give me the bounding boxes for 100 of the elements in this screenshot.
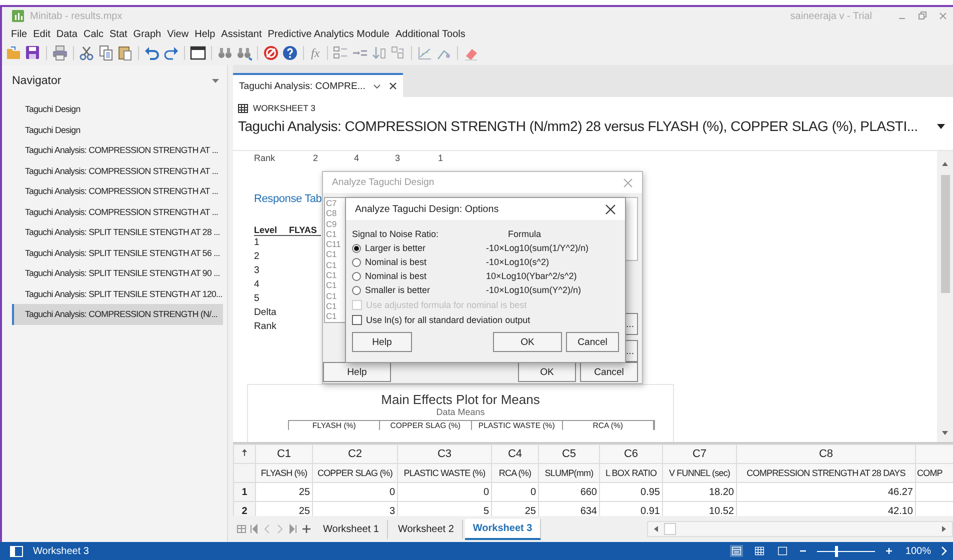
dialog-button[interactable]: OK [493,332,562,352]
scissors-icon[interactable] [79,45,95,61]
chevron-down-icon[interactable] [373,82,382,90]
worksheet-view-icon[interactable] [753,545,766,557]
column-name[interactable]: COPPER SLAG (%) [312,464,398,482]
restore-icon[interactable] [918,11,927,21]
copy-icon[interactable] [98,45,114,61]
dialog-button[interactable]: Cancel [566,332,619,352]
radio-option[interactable]: Smaller is better [352,285,486,295]
scroll-right-icon[interactable] [941,525,947,533]
row-number[interactable]: 1 [234,482,256,502]
table-cell-text: Rank [254,320,278,334]
grid-icon[interactable] [237,524,246,534]
close-icon[interactable] [389,82,398,90]
scroll-up-icon[interactable] [941,161,949,167]
column-name[interactable]: L BOX RATIO [600,464,662,482]
horizontal-scrollbar[interactable] [647,521,953,537]
redo-icon[interactable] [163,45,179,61]
sheet-tab[interactable]: Worksheet 3 [464,518,542,540]
undo-icon[interactable] [144,45,160,61]
navigator-item[interactable]: Taguchi Analysis: SPLIT TENSILE STENGTH AT 90 ... [2,263,223,284]
table-cell[interactable]: 25 [256,482,312,502]
single-view-icon[interactable] [776,545,790,557]
navigator-item[interactable]: Taguchi Analysis: SPLIT TENSILE STENGTH AT 56 ... [2,242,223,263]
scrollbar-thumb[interactable] [940,175,950,293]
plus-icon[interactable] [302,524,311,534]
window-icon[interactable] [190,45,206,61]
column-name[interactable]: PLASTIC WASTE (%) [398,464,492,482]
document-tab[interactable]: Taguchi Analysis: COMPRE... [233,73,404,97]
navigator-item[interactable]: Taguchi Analysis: COMPRESSION STRENGTH (N/... [12,304,223,324]
dialog-button[interactable]: Cancel [580,362,638,382]
output-view-icon[interactable] [730,545,744,557]
panel-toggle-icon[interactable] [10,546,23,556]
chart-subtitle: Data Means [435,407,486,417]
vertical-scrollbar[interactable] [937,151,953,442]
table-cell[interactable]: 660 [538,482,600,502]
menu-item[interactable]: File [8,28,30,40]
menu-item[interactable]: Edit [30,28,54,40]
column-id: C7 [662,444,736,464]
column-name[interactable]: V FUNNEL (sec) [662,464,736,482]
slider-thumb[interactable] [834,546,838,556]
dialog-button[interactable]: Help [352,332,412,352]
print-icon[interactable] [52,45,68,61]
help-icon[interactable] [282,45,298,61]
scrollbar-thumb[interactable] [664,523,676,535]
radio-option[interactable]: Nominal is best [352,271,486,281]
scroll-left-icon[interactable] [653,525,660,533]
radio-option[interactable]: Larger is better [352,243,486,253]
formula-text: -10×Log10(s^2) [486,257,550,267]
navigator-item[interactable]: Taguchi Analysis: SPLIT TENSILE STENGTH AT 28 ... [2,222,223,242]
table-cell[interactable]: 0 [312,482,398,502]
menu-item[interactable]: Assistant [218,28,265,40]
save-icon[interactable] [25,45,41,61]
cancel-icon[interactable] [263,45,279,61]
table-cell[interactable]: 0 [492,482,538,502]
row-number[interactable]: 2 [234,502,256,516]
column-id: C5 [538,444,600,464]
column-name[interactable]: FLYASH (%) [256,464,312,482]
dialog-button[interactable]: OK [518,362,576,382]
column-name[interactable]: COMPRESSION STRENGTH AT 28 DAYS [736,464,916,482]
radio-option[interactable]: Nominal is best [352,257,486,267]
zoom-in-icon[interactable] [885,547,894,555]
menu-item[interactable]: Predictive Analytics Module [264,28,392,40]
menu-item[interactable]: Additional Tools [392,28,468,40]
table-cell[interactable]: 46.27 [736,482,916,502]
menu-item[interactable]: Stat [106,28,130,40]
table-cell[interactable]: 0.95 [600,482,662,502]
table-cell[interactable]: 0 [398,482,492,502]
navigator-item[interactable]: Taguchi Analysis: COMPRESSION STRENGTH AT ... [2,181,223,202]
navigator-item[interactable]: Taguchi Analysis: SPLIT TENSILE STENGTH AT 120... [2,284,223,304]
close-icon[interactable] [605,204,616,214]
column-stats-icon[interactable] [332,45,349,61]
binoculars-icon[interactable] [236,45,252,61]
navigator-item[interactable]: Taguchi Analysis: COMPRESSION STRENGTH AT ... [2,160,223,181]
dialog-button[interactable]: Help [323,362,391,382]
column-id: C1 [256,444,312,464]
column-name[interactable]: RCA (%) [492,464,538,482]
scroll-down-icon[interactable] [941,430,949,436]
caret-icon[interactable] [937,124,945,128]
column-name[interactable]: SLUMP(mm) [538,464,600,482]
menu-item[interactable]: Data [53,28,80,40]
table-cell[interactable]: 18.20 [662,482,736,502]
checkbox-option[interactable]: Use ln(s) for all standard deviation output [352,312,619,327]
first-icon[interactable] [250,524,259,534]
menu-item[interactable]: Graph [130,28,164,40]
navigator-item[interactable]: Taguchi Analysis: COMPRESSION STRENGTH AT ... [2,140,223,160]
paste-icon[interactable] [117,45,133,61]
navigator-item[interactable]: Taguchi Design [2,99,223,120]
menu-item[interactable]: Calc [80,28,106,40]
sheet-tab[interactable]: Worksheet 1 [315,520,388,538]
menu-item[interactable]: Help [192,28,218,40]
navigator-item[interactable]: Taguchi Analysis: COMPRESSION STRENGTH AT ... [2,202,223,222]
chevron-right-icon[interactable] [941,546,947,556]
folder-icon[interactable] [6,45,22,61]
column-name[interactable]: COMP [916,464,953,482]
binoculars-icon[interactable] [217,45,233,61]
menu-item[interactable]: View [164,28,192,40]
navigator-item[interactable]: Taguchi Design [2,120,223,140]
arrow-icon[interactable] [241,448,248,456]
sheet-tab[interactable]: Worksheet 2 [390,520,463,538]
